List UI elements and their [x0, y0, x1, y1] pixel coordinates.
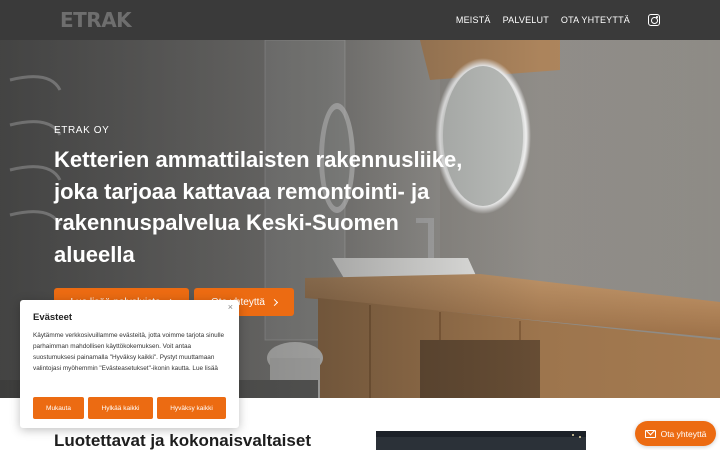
- floating-contact-button[interactable]: Ota yhteyttä: [635, 421, 716, 446]
- chevron-right-icon: [270, 298, 278, 306]
- mail-icon: [644, 429, 656, 438]
- cookie-banner: × Evästeet Käytämme verkkosivuillamme ev…: [20, 300, 239, 428]
- site-logo[interactable]: ETRAK: [60, 9, 132, 31]
- nav-item-palvelut[interactable]: PALVELUT: [503, 15, 549, 25]
- cookie-reject-all-button[interactable]: Hylkää kaikki: [88, 397, 153, 419]
- nav-item-ota-yhteytta[interactable]: OTA YHTEYTTÄ: [561, 15, 630, 25]
- cookie-title: Evästeet: [33, 312, 73, 323]
- cookie-accept-all-button[interactable]: Hyväksy kaikki: [157, 397, 226, 419]
- section-title: Luotettavat ja kokonaisvaltaiset: [54, 431, 311, 450]
- section-image-roof: [376, 437, 586, 450]
- hero-title: Ketterien ammattilaisten rakennusliike, …: [54, 147, 463, 267]
- cookie-customize-button[interactable]: Mukauta: [33, 397, 84, 419]
- section-image-light: [579, 436, 581, 438]
- instagram-icon[interactable]: [648, 14, 660, 26]
- site-header: ETRAK MEISTÄ PALVELUT OTA YHTEYTTÄ: [0, 0, 720, 40]
- cookie-text: Käytämme verkkosivuillamme evästeitä, jo…: [33, 332, 225, 372]
- hero-eyebrow: ETRAK OY: [54, 125, 110, 136]
- section-image: [376, 431, 586, 450]
- nav-item-meista[interactable]: MEISTÄ: [456, 15, 491, 25]
- floating-contact-label: Ota yhteyttä: [660, 428, 707, 439]
- close-icon[interactable]: ×: [228, 302, 233, 312]
- main-nav: MEISTÄ PALVELUT OTA YHTEYTTÄ: [456, 0, 660, 40]
- section-image-light: [572, 434, 574, 436]
